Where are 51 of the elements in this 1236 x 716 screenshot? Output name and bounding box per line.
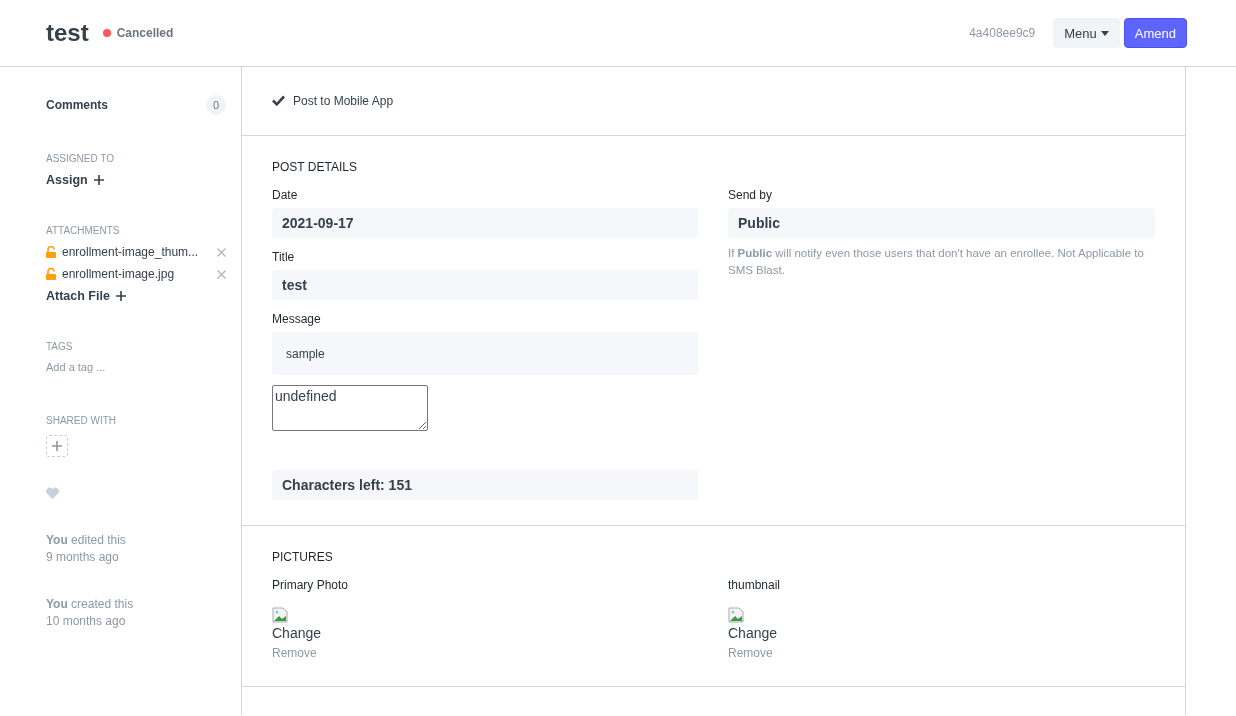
section-heading: SHARED WITH [46,415,117,426]
close-icon[interactable] [217,247,226,257]
field-label: Primary Photo [272,578,349,592]
field-value: test [272,270,698,300]
status-dot-icon [102,29,111,37]
change-link[interactable]: Change [728,625,778,641]
amend-button[interactable]: Amend [1123,18,1187,48]
field-label: Message [272,312,322,326]
section-heading: ASSIGNED TO [46,153,115,164]
document-id: 4a408ee9c9 [969,26,1036,40]
status-label: Cancelled [116,26,174,40]
field-label: Date [272,188,299,202]
unlock-icon [46,268,56,280]
activity-time: 10 months ago [46,613,127,630]
page-title: test [46,19,89,47]
field-label: Send by [728,188,774,202]
assign-link[interactable]: Assign [46,173,104,187]
checkbox-label: Post to Mobile App [293,93,394,108]
attachment-link[interactable]: enrollment-image.jpg [62,267,211,281]
text-area-field[interactable]: undefined [272,385,428,431]
comments-label: Comments [46,98,108,112]
section-heading: POST DETAILS [272,159,358,176]
plus-icon [93,175,104,185]
attachment-link[interactable]: enrollment-image_thum... [62,245,211,259]
attach-file-link[interactable]: Attach File [46,289,126,303]
characters-left-text: Characters left: 151 [272,470,698,500]
field-value: Public [728,208,1155,238]
broken-image-icon [272,607,288,623]
activity-time: 9 months ago [46,549,120,566]
field-label: Title [272,250,296,264]
menu-button[interactable]: Menu [1053,18,1120,48]
field-value: sample [272,332,698,375]
field-label: thumbnail [728,578,781,592]
activity-text: You created this [46,596,135,613]
heart-icon[interactable] [46,487,59,499]
plus-icon [115,291,126,301]
unlock-icon [46,246,56,258]
section-heading: ATTACHMENTS [46,225,121,236]
broken-image-icon [728,607,744,623]
close-icon[interactable] [217,269,226,279]
section-heading: PICTURES [272,549,334,566]
add-share-button[interactable] [46,435,68,457]
checkbox[interactable] [272,94,285,107]
activity-text: You edited this [46,532,127,549]
help-text: If Public will notify even those users that don't have an enrollee. Not Applicable to SMS Blast. [728,246,1145,278]
section-heading: TAGS [46,341,74,352]
caret-icon [1100,30,1109,36]
comment-count-badge: 0 [206,95,226,115]
plus-icon [52,441,62,451]
field-value: 2021-09-17 [272,208,698,238]
change-link[interactable]: Change [272,625,322,641]
